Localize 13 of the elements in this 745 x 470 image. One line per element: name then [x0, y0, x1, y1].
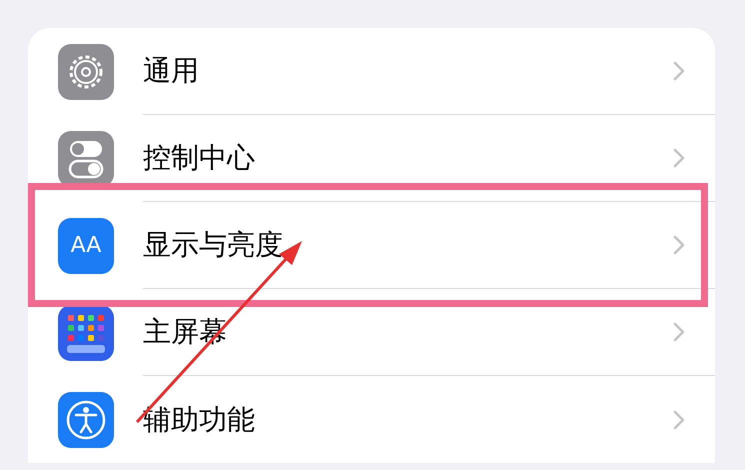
display-icon: AA: [58, 218, 114, 274]
chevron-icon: [673, 235, 685, 255]
home-screen-icon: [58, 304, 114, 360]
row-label: 辅助功能: [143, 406, 255, 434]
accessibility-icon: [58, 392, 114, 448]
chevron-icon: [673, 61, 685, 81]
gear-icon: [58, 44, 114, 100]
chevron-icon: [673, 410, 685, 430]
chevron-icon: [673, 322, 685, 342]
row-label: 通用: [143, 57, 199, 85]
chevron-icon: [673, 148, 685, 168]
row-label: 显示与亮度: [143, 231, 283, 259]
row-label: 控制中心: [143, 144, 255, 172]
